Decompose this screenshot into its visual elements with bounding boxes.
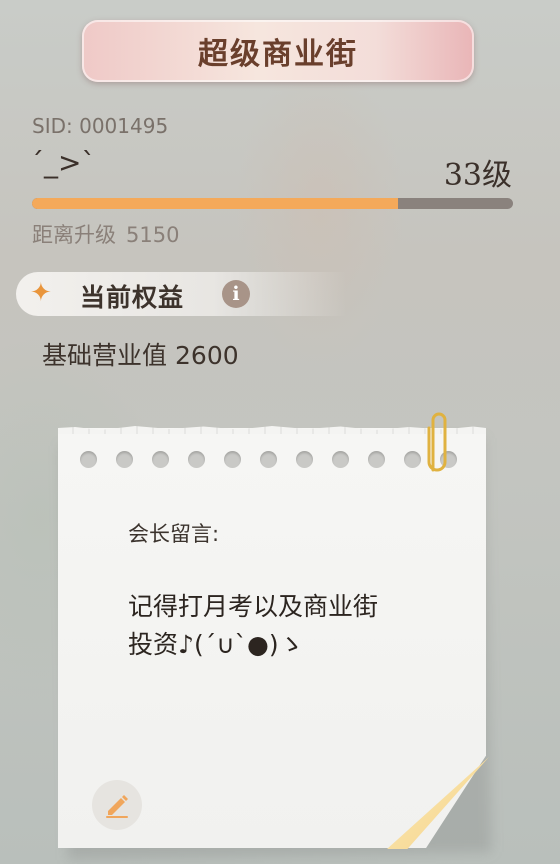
- sparkle-icon: ✦: [30, 278, 52, 308]
- next-level-info: 距离升级 5150: [32, 219, 179, 249]
- binding-hole: [116, 451, 133, 468]
- base-business-label: 基础营业值: [42, 341, 168, 370]
- binding-hole: [404, 451, 421, 468]
- level-progress-fill: [32, 198, 398, 209]
- level-progress-bar: [32, 198, 513, 209]
- base-business-number: 2600: [175, 341, 239, 370]
- title-banner: 超级商业街: [82, 20, 474, 82]
- base-business-value: 基础营业值 2600: [42, 336, 239, 372]
- binding-hole: [260, 451, 277, 468]
- sid-line: SID: 0001495: [32, 114, 168, 138]
- guild-leader-message-body: 记得打月考以及商业街 投资♪(´∪`●)ゝ: [128, 592, 379, 659]
- next-level-value: 5150: [126, 223, 180, 247]
- paperclip-icon: [427, 412, 447, 472]
- binding-hole: [152, 451, 169, 468]
- benefits-title: 当前权益: [80, 283, 185, 312]
- note-binding-holes: [80, 451, 460, 481]
- pencil-icon: [106, 795, 128, 818]
- binding-hole: [188, 451, 205, 468]
- binding-hole: [368, 451, 385, 468]
- binding-hole: [80, 451, 97, 468]
- guild-leader-message-title: 会长留言:: [128, 522, 220, 546]
- edit-message-button[interactable]: [92, 780, 142, 830]
- info-icon[interactable]: i: [222, 280, 250, 308]
- sid-label: SID:: [32, 114, 73, 138]
- sid-value: 0001495: [79, 114, 169, 138]
- nickname: ´_>`: [30, 146, 96, 179]
- binding-hole: [332, 451, 349, 468]
- page-title: 超级商业街: [198, 37, 358, 72]
- binding-hole: [224, 451, 241, 468]
- next-level-label: 距离升级: [32, 223, 116, 247]
- binding-hole: [296, 451, 313, 468]
- level-badge: 33级: [443, 158, 512, 193]
- current-benefits-header: ✦ 当前权益 i: [16, 272, 346, 316]
